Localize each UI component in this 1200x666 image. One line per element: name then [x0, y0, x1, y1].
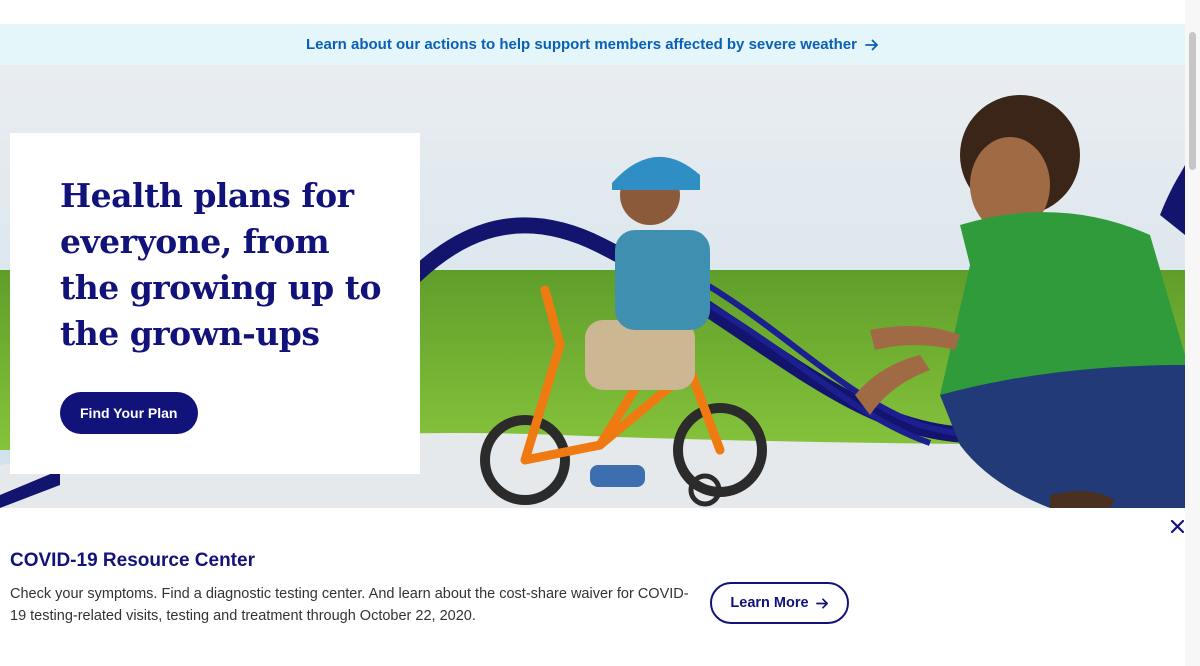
- learn-more-button[interactable]: Learn More: [710, 582, 849, 624]
- learn-more-label: Learn More: [730, 595, 809, 611]
- covid-resource-banner: COVID-19 Resource Center Check your symp…: [0, 508, 1185, 666]
- page-scrollbar[interactable]: [1185, 0, 1200, 666]
- weather-alert-banner: Learn about our actions to help support …: [0, 24, 1185, 65]
- hero-title: Health plans for everyone, from the grow…: [60, 176, 382, 353]
- arrow-right-icon: [815, 597, 828, 609]
- weather-alert-text: Learn about our actions to help support …: [306, 36, 857, 53]
- covid-title: COVID-19 Resource Center: [10, 550, 255, 571]
- top-nav-bar: [0, 0, 1185, 24]
- weather-alert-link[interactable]: Learn about our actions to help support …: [306, 36, 879, 53]
- hero-card: Health plans for everyone, from the grow…: [10, 133, 420, 474]
- hero-section: Health plans for everyone, from the grow…: [0, 65, 1185, 508]
- arrow-right-icon: [865, 39, 878, 50]
- covid-description: Check your symptoms. Find a diagnostic t…: [10, 586, 689, 624]
- close-icon[interactable]: [1170, 516, 1184, 536]
- find-your-plan-button[interactable]: Find Your Plan: [60, 392, 198, 434]
- scrollbar-thumb[interactable]: [1189, 32, 1196, 170]
